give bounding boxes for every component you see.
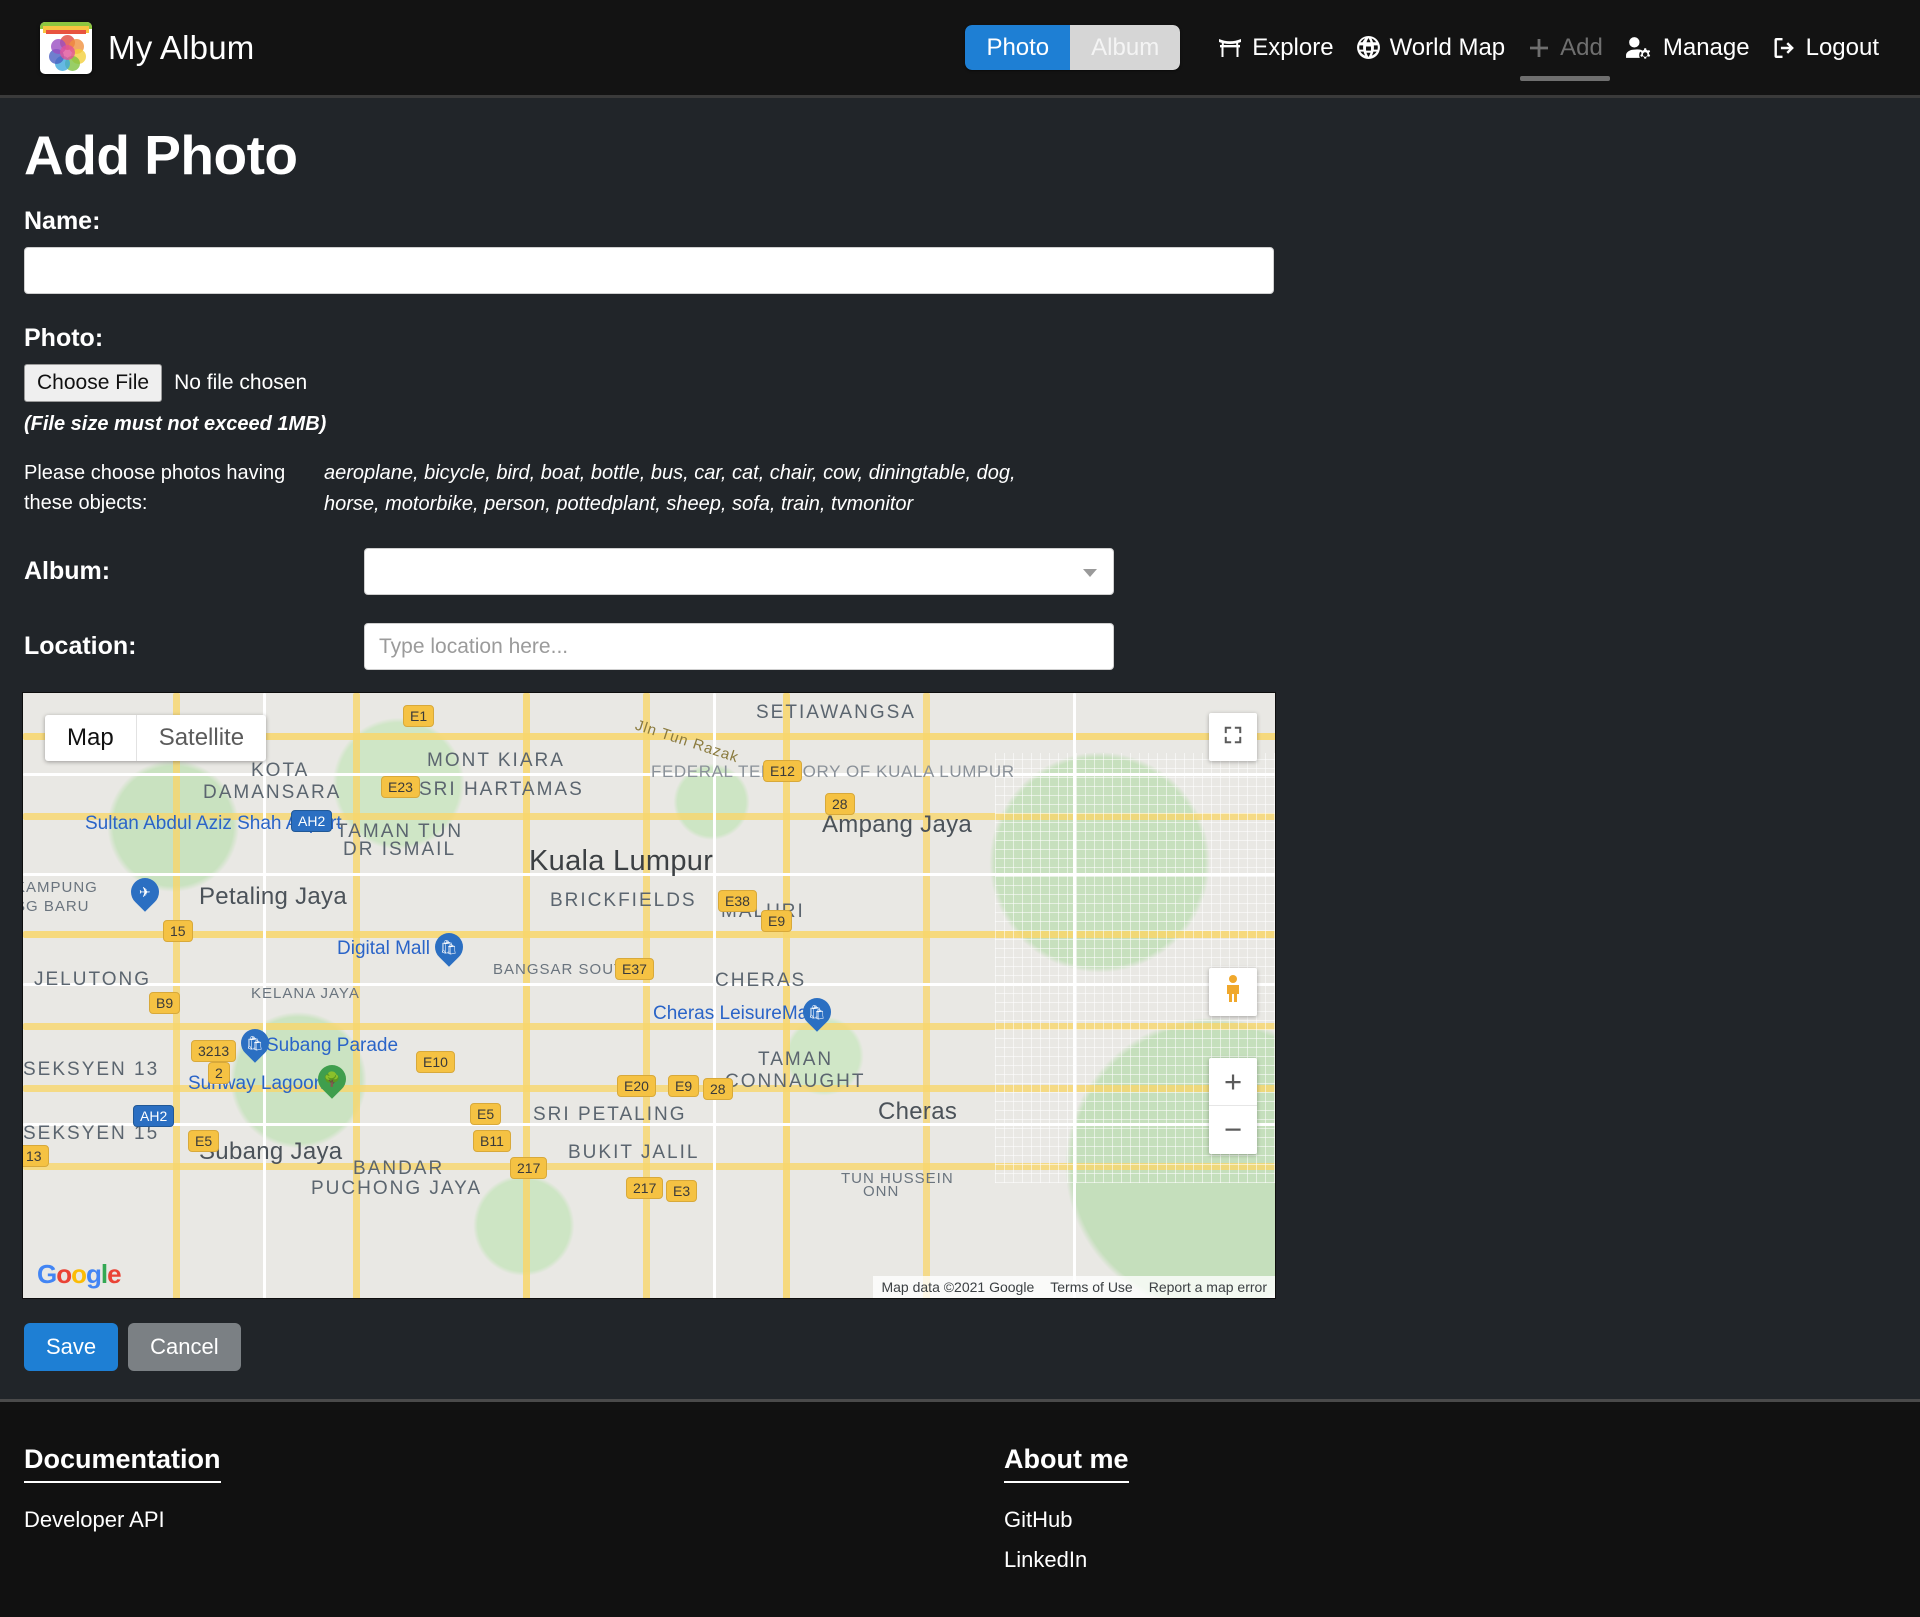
toggle-album[interactable]: Album [1070,25,1180,71]
map-data-credit: Map data ©2021 Google [881,1279,1034,1295]
route-shield: E3 [666,1180,697,1202]
album-label: Album: [24,557,364,586]
photo-album-toggle[interactable]: Photo Album [965,25,1180,71]
allowed-objects-list: aeroplane, bicycle, bird, boat, bottle, … [324,458,1074,520]
allowed-objects-row: Please choose photos having these object… [24,458,1896,520]
footer-heading: About me [1004,1444,1129,1483]
route-shield: E23 [381,776,420,798]
nav-item-manage[interactable]: Manage [1614,28,1761,68]
nav-item-explore[interactable]: Explore [1206,28,1344,68]
form-actions: Save Cancel [24,1323,1896,1371]
choose-file-button[interactable]: Choose File [24,364,162,402]
map-type-control[interactable]: Map Satellite [45,715,266,761]
route-shield: E1 [403,705,434,727]
globe-icon [1356,35,1381,60]
page-footer: Documentation Developer API About me Git… [0,1399,1920,1617]
album-select[interactable] [364,548,1114,595]
location-map[interactable]: SETIAWANGSA MONT KIARA SRI HARTAMAS KOTA… [22,692,1276,1299]
footer-column-documentation: Documentation Developer API [24,1444,1004,1587]
route-shield: E5 [188,1130,219,1152]
zoom-in-button[interactable]: + [1209,1058,1257,1106]
photo-label: Photo: [24,324,1896,353]
nav-item-add[interactable]: Add [1516,28,1614,68]
page-content: Add Photo Name: Photo: Choose File No fi… [0,123,1920,1371]
nav-label-world-map: World Map [1390,34,1506,62]
chevron-down-icon [1083,569,1097,577]
location-label: Location: [24,632,364,661]
route-shield: B9 [149,992,180,1014]
route-shield: 28 [703,1078,733,1100]
name-input[interactable] [24,247,1274,294]
route-shield: AH2 [291,810,332,832]
save-button[interactable]: Save [24,1323,118,1371]
route-shield: B11 [473,1130,511,1152]
location-row: Location: [24,623,1896,670]
footer-link-linkedin[interactable]: LinkedIn [1004,1547,1129,1573]
file-size-note: (File size must not exceed 1MB) [24,413,1896,436]
route-shield: E9 [668,1075,699,1097]
fullscreen-icon [1222,724,1244,751]
route-shield: 15 [163,920,193,942]
street-view-pegman-button[interactable] [1209,968,1257,1016]
cancel-button[interactable]: Cancel [128,1323,240,1371]
photos-album-icon [40,22,92,74]
route-shield: E37 [615,958,654,980]
google-logo: Google [37,1259,121,1290]
album-row: Album: [24,548,1896,595]
nav-item-world-map[interactable]: World Map [1345,28,1517,68]
zoom-out-button[interactable]: − [1209,1106,1257,1154]
report-map-error-link[interactable]: Report a map error [1149,1279,1267,1295]
route-shield: 28 [825,793,855,815]
terms-of-use-link[interactable]: Terms of Use [1050,1279,1132,1295]
nav-item-logout[interactable]: Logout [1761,28,1890,68]
footer-heading: Documentation [24,1444,221,1483]
nav-label-explore: Explore [1252,34,1333,62]
page-title: Add Photo [24,123,1896,187]
nav-right-group: Photo Album Explore World Map Add [965,25,1890,71]
torii-gate-icon [1217,36,1243,60]
route-shield: 217 [626,1177,663,1199]
nav-label-add: Add [1560,34,1603,62]
route-shield: 3213 [191,1040,236,1062]
allowed-objects-label: Please choose photos having these object… [24,458,324,518]
route-shield: 13 [22,1145,49,1167]
footer-link-developer-api[interactable]: Developer API [24,1507,1004,1533]
toggle-photo[interactable]: Photo [965,25,1070,71]
brand-title: My Album [108,29,254,67]
user-gear-icon [1625,35,1654,60]
brand[interactable]: My Album [40,22,254,74]
map-canvas[interactable] [23,693,1275,1298]
route-shield: E38 [718,890,757,912]
street-view-pegman-icon [1221,974,1245,1011]
route-shield: E10 [416,1051,455,1073]
route-shield: AH2 [133,1105,174,1127]
zoom-control[interactable]: + − [1209,1058,1257,1154]
route-shield: E12 [763,760,802,782]
footer-link-github[interactable]: GitHub [1004,1507,1129,1533]
file-picker-row: Choose File No file chosen [24,364,1896,402]
file-status-text: No file chosen [174,371,307,395]
route-shield: 2 [208,1062,230,1084]
location-input[interactable] [364,623,1114,670]
route-shield: E20 [617,1075,656,1097]
sign-out-icon [1772,36,1797,60]
map-attribution: Map data ©2021 Google Terms of Use Repor… [873,1276,1275,1298]
route-shield: E5 [470,1103,501,1125]
footer-column-about: About me GitHub LinkedIn [1004,1444,1129,1587]
fullscreen-button[interactable] [1209,713,1257,761]
name-label: Name: [24,207,1896,236]
map-type-satellite[interactable]: Satellite [137,715,266,761]
top-navbar: My Album Photo Album Explore World Map A… [0,0,1920,98]
plus-icon [1527,36,1551,60]
nav-label-logout: Logout [1806,34,1879,62]
route-shield: 217 [510,1157,547,1179]
map-type-map[interactable]: Map [45,715,137,761]
nav-label-manage: Manage [1663,34,1750,62]
route-shield: E9 [761,910,792,932]
